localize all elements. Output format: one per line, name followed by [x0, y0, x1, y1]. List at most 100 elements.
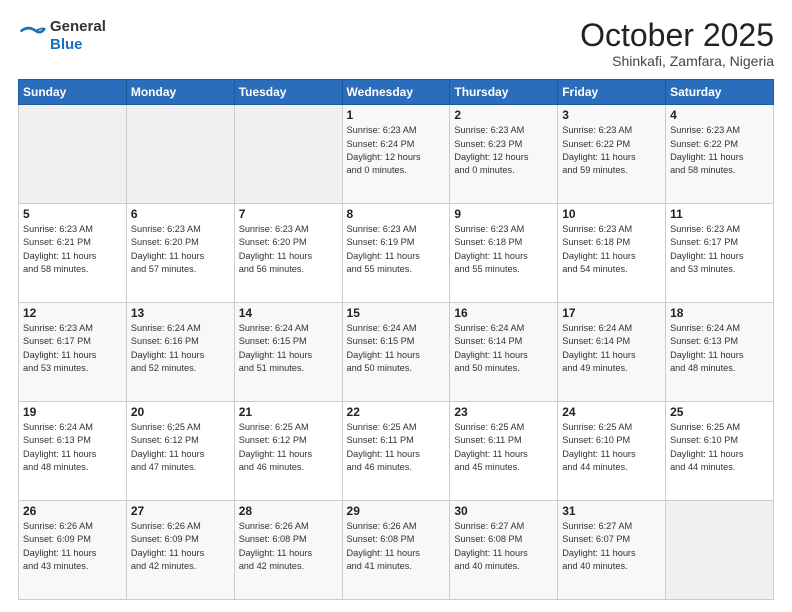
calendar-cell: 10Sunrise: 6:23 AMSunset: 6:18 PMDayligh… — [558, 204, 666, 303]
day-number: 12 — [23, 306, 122, 320]
day-info: Sunrise: 6:25 AMSunset: 6:10 PMDaylight:… — [562, 421, 661, 474]
day-number: 6 — [131, 207, 230, 221]
day-number: 11 — [670, 207, 769, 221]
calendar-table: Sunday Monday Tuesday Wednesday Thursday… — [18, 79, 774, 600]
day-info: Sunrise: 6:23 AMSunset: 6:17 PMDaylight:… — [23, 322, 122, 375]
day-number: 13 — [131, 306, 230, 320]
day-info: Sunrise: 6:27 AMSunset: 6:07 PMDaylight:… — [562, 520, 661, 573]
calendar-cell: 23 Sunrise: 6:25 AMSunset: 6:11 PMDayligh… — [450, 402, 558, 501]
calendar-cell: 12 Sunrise: 6:23 AMSunset: 6:17 PMDayligh… — [19, 303, 127, 402]
day-info: Sunrise: 6:25 AMSunset: 6:12 PMDaylight:… — [131, 421, 230, 474]
day-number: 24 — [562, 405, 661, 419]
calendar-cell: 2Sunrise: 6:23 AMSunset: 6:23 PMDaylight… — [450, 105, 558, 204]
calendar-cell: 9 Sunrise: 6:23 AMSunset: 6:18 PMDaylight… — [450, 204, 558, 303]
calendar-cell: 25 Sunrise: 6:25 AMSunset: 6:10 PMDayligh… — [666, 402, 774, 501]
col-friday: Friday — [558, 80, 666, 105]
day-info: Sunrise: 6:23 AMSunset: 6:24 PMDaylight:… — [347, 124, 446, 177]
calendar-week-5: 26 Sunrise: 6:26 AMSunset: 6:09 PMDayligh… — [19, 501, 774, 600]
calendar-cell: 3 Sunrise: 6:23 AMSunset: 6:22 PMDaylight… — [558, 105, 666, 204]
day-info: Sunrise: 6:23 AMSunset: 6:17 PMDaylight:… — [670, 223, 769, 276]
day-number: 22 — [347, 405, 446, 419]
day-info: Sunrise: 6:26 AMSunset: 6:08 PMDaylight:… — [239, 520, 338, 573]
day-number: 8 — [347, 207, 446, 221]
calendar-cell: 1Sunrise: 6:23 AMSunset: 6:24 PMDaylight… — [342, 105, 450, 204]
day-number: 7 — [239, 207, 338, 221]
calendar-cell: 6 Sunrise: 6:23 AMSunset: 6:20 PMDaylight… — [126, 204, 234, 303]
calendar-cell: 19 Sunrise: 6:24 AMSunset: 6:13 PMDayligh… — [19, 402, 127, 501]
day-number: 5 — [23, 207, 122, 221]
day-number: 3 — [562, 108, 661, 122]
calendar-cell: 27Sunrise: 6:26 AMSunset: 6:09 PMDayligh… — [126, 501, 234, 600]
day-number: 31 — [562, 504, 661, 518]
day-info: Sunrise: 6:24 AMSunset: 6:13 PMDaylight:… — [23, 421, 122, 474]
day-number: 27 — [131, 504, 230, 518]
day-number: 18 — [670, 306, 769, 320]
calendar-cell: 30 Sunrise: 6:27 AMSunset: 6:08 PMDayligh… — [450, 501, 558, 600]
logo-text: GeneralBlue — [50, 18, 106, 54]
calendar-cell: 15 Sunrise: 6:24 AMSunset: 6:15 PMDayligh… — [342, 303, 450, 402]
calendar-week-1: 1Sunrise: 6:23 AMSunset: 6:24 PMDaylight… — [19, 105, 774, 204]
calendar-header-row: Sunday Monday Tuesday Wednesday Thursday… — [19, 80, 774, 105]
day-number: 25 — [670, 405, 769, 419]
day-info: Sunrise: 6:25 AMSunset: 6:11 PMDaylight:… — [347, 421, 446, 474]
day-number: 17 — [562, 306, 661, 320]
day-info: Sunrise: 6:24 AMSunset: 6:13 PMDaylight:… — [670, 322, 769, 375]
day-info: Sunrise: 6:26 AMSunset: 6:08 PMDaylight:… — [347, 520, 446, 573]
logo: GeneralBlue — [18, 18, 106, 54]
day-number: 30 — [454, 504, 553, 518]
day-number: 28 — [239, 504, 338, 518]
calendar-cell — [234, 105, 342, 204]
calendar-cell: 7Sunrise: 6:23 AMSunset: 6:20 PMDaylight… — [234, 204, 342, 303]
calendar-cell: 14 Sunrise: 6:24 AMSunset: 6:15 PMDayligh… — [234, 303, 342, 402]
day-info: Sunrise: 6:23 AMSunset: 6:18 PMDaylight:… — [454, 223, 553, 276]
col-tuesday: Tuesday — [234, 80, 342, 105]
calendar-cell: 29Sunrise: 6:26 AMSunset: 6:08 PMDayligh… — [342, 501, 450, 600]
subtitle: Shinkafi, Zamfara, Nigeria — [580, 53, 774, 69]
day-info: Sunrise: 6:24 AMSunset: 6:16 PMDaylight:… — [131, 322, 230, 375]
calendar-cell: 31 Sunrise: 6:27 AMSunset: 6:07 PMDayligh… — [558, 501, 666, 600]
calendar-cell: 8 Sunrise: 6:23 AMSunset: 6:19 PMDaylight… — [342, 204, 450, 303]
day-number: 15 — [347, 306, 446, 320]
calendar-cell: 24 Sunrise: 6:25 AMSunset: 6:10 PMDayligh… — [558, 402, 666, 501]
calendar-cell: 4Sunrise: 6:23 AMSunset: 6:22 PMDaylight… — [666, 105, 774, 204]
day-info: Sunrise: 6:23 AMSunset: 6:22 PMDaylight:… — [670, 124, 769, 177]
calendar-cell: 16Sunrise: 6:24 AMSunset: 6:14 PMDayligh… — [450, 303, 558, 402]
day-info: Sunrise: 6:26 AMSunset: 6:09 PMDaylight:… — [23, 520, 122, 573]
day-number: 23 — [454, 405, 553, 419]
col-monday: Monday — [126, 80, 234, 105]
col-sunday: Sunday — [19, 80, 127, 105]
day-info: Sunrise: 6:25 AMSunset: 6:11 PMDaylight:… — [454, 421, 553, 474]
day-number: 20 — [131, 405, 230, 419]
day-number: 2 — [454, 108, 553, 122]
calendar-week-3: 12 Sunrise: 6:23 AMSunset: 6:17 PMDayligh… — [19, 303, 774, 402]
calendar-cell: 20 Sunrise: 6:25 AMSunset: 6:12 PMDayligh… — [126, 402, 234, 501]
day-info: Sunrise: 6:23 AMSunset: 6:22 PMDaylight:… — [562, 124, 661, 177]
calendar-week-4: 19 Sunrise: 6:24 AMSunset: 6:13 PMDayligh… — [19, 402, 774, 501]
day-number: 26 — [23, 504, 122, 518]
day-info: Sunrise: 6:24 AMSunset: 6:15 PMDaylight:… — [347, 322, 446, 375]
calendar-cell: 17Sunrise: 6:24 AMSunset: 6:14 PMDayligh… — [558, 303, 666, 402]
calendar-cell: 26 Sunrise: 6:26 AMSunset: 6:09 PMDayligh… — [19, 501, 127, 600]
calendar-cell — [126, 105, 234, 204]
day-info: Sunrise: 6:25 AMSunset: 6:10 PMDaylight:… — [670, 421, 769, 474]
calendar-cell: 22 Sunrise: 6:25 AMSunset: 6:11 PMDayligh… — [342, 402, 450, 501]
day-info: Sunrise: 6:27 AMSunset: 6:08 PMDaylight:… — [454, 520, 553, 573]
day-number: 9 — [454, 207, 553, 221]
calendar-cell: 18 Sunrise: 6:24 AMSunset: 6:13 PMDayligh… — [666, 303, 774, 402]
day-number: 19 — [23, 405, 122, 419]
col-wednesday: Wednesday — [342, 80, 450, 105]
calendar-cell: 21Sunrise: 6:25 AMSunset: 6:12 PMDayligh… — [234, 402, 342, 501]
calendar-cell: 28 Sunrise: 6:26 AMSunset: 6:08 PMDayligh… — [234, 501, 342, 600]
main-title: October 2025 — [580, 18, 774, 53]
day-number: 14 — [239, 306, 338, 320]
day-info: Sunrise: 6:23 AMSunset: 6:18 PMDaylight:… — [562, 223, 661, 276]
calendar-cell: 5Sunrise: 6:23 AMSunset: 6:21 PMDaylight… — [19, 204, 127, 303]
day-number: 21 — [239, 405, 338, 419]
calendar-cell: 13 Sunrise: 6:24 AMSunset: 6:16 PMDayligh… — [126, 303, 234, 402]
calendar-cell — [19, 105, 127, 204]
day-info: Sunrise: 6:23 AMSunset: 6:19 PMDaylight:… — [347, 223, 446, 276]
calendar-cell: 11 Sunrise: 6:23 AMSunset: 6:17 PMDayligh… — [666, 204, 774, 303]
day-info: Sunrise: 6:24 AMSunset: 6:15 PMDaylight:… — [239, 322, 338, 375]
day-info: Sunrise: 6:23 AMSunset: 6:20 PMDaylight:… — [131, 223, 230, 276]
header: GeneralBlue October 2025 Shinkafi, Zamfa… — [18, 18, 774, 69]
